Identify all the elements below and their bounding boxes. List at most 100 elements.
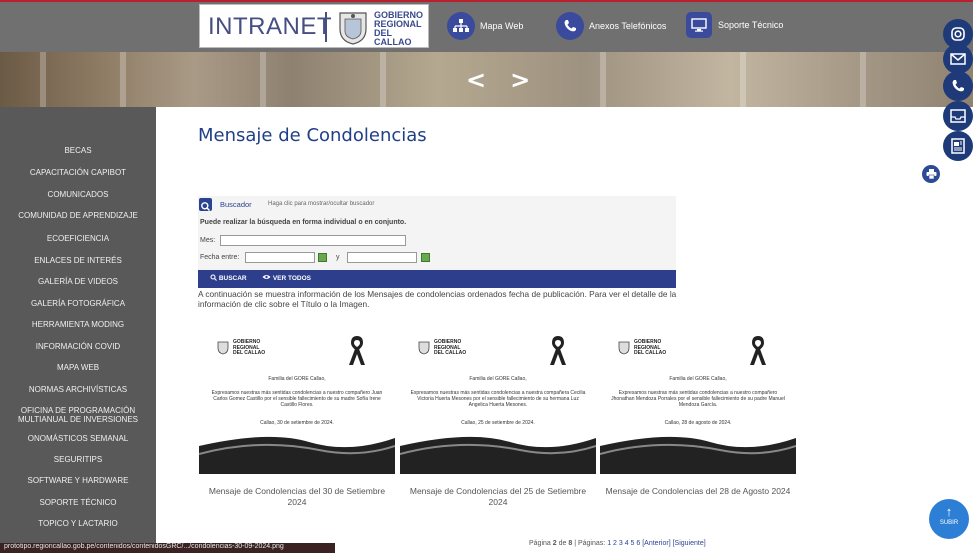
sidebar-item-galeria-fotografica[interactable]: GALERÍA FOTOGRÁFICA bbox=[0, 299, 156, 308]
nav-mapa-web[interactable]: Mapa Web bbox=[447, 12, 523, 40]
nav-anexos-telefonicos[interactable]: Anexos Telefónicos bbox=[556, 12, 666, 40]
search-icon bbox=[210, 274, 217, 281]
calendar-icon[interactable] bbox=[421, 253, 430, 262]
scroll-top-label: SUBIR bbox=[939, 520, 959, 526]
sidebar-item-enlaces-interes[interactable]: ENLACES DE INTERÉS bbox=[0, 256, 156, 265]
pagination-next-link[interactable]: [Siguiente] bbox=[673, 540, 706, 547]
browser-status-bar: prototipo.regioncallao.gob.pe/contenidos… bbox=[0, 543, 335, 553]
card-greeting: Familia del GORE Callao, bbox=[268, 376, 326, 382]
sidebar-item-herramienta-moding[interactable]: HERRAMIENTA MODING bbox=[0, 320, 156, 329]
mourning-ribbon-icon bbox=[750, 336, 766, 365]
carousel-next-button[interactable]: > bbox=[510, 66, 554, 94]
banner-stripe bbox=[120, 52, 126, 107]
card-title-link[interactable]: Mensaje de Condolencias del 28 de Agosto… bbox=[600, 486, 796, 497]
search-description: Puede realizar la búsqueda en forma indi… bbox=[200, 219, 407, 226]
eye-icon bbox=[262, 275, 271, 279]
banner-stripe bbox=[740, 52, 746, 107]
search-toggle-label[interactable]: Buscador bbox=[220, 200, 252, 209]
card-title-link[interactable]: Mensaje de Condolencias del 30 de Setiem… bbox=[199, 486, 395, 508]
pagination-prev-link[interactable]: [Anterior] bbox=[642, 540, 670, 547]
sidebar-item-becas[interactable]: BECAS bbox=[0, 146, 156, 155]
fecha-label: Fecha entre: bbox=[200, 254, 240, 261]
card-greeting: Familia del GORE Callao, bbox=[469, 376, 527, 382]
banner-stripe bbox=[600, 52, 606, 107]
arrow-up-icon: ↑ bbox=[945, 504, 953, 519]
crest-icon bbox=[339, 12, 367, 45]
sidebar-item-topico-lactario[interactable]: TOPICO Y LACTARIO bbox=[0, 519, 156, 528]
ver-todos-button[interactable]: VER TODOS bbox=[262, 274, 311, 282]
banner-stripe bbox=[380, 52, 386, 107]
header-bar: INTRANET GOBIERNO REGIONAL DEL CALLAO Ma… bbox=[0, 0, 973, 52]
mes-input[interactable] bbox=[220, 235, 406, 246]
banner-stripe bbox=[40, 52, 46, 107]
card-message: Expresamos nuestras más sentidas condole… bbox=[211, 390, 383, 408]
sidebar-item-onomasticos[interactable]: ONOMÁSTICOS SEMANAL bbox=[0, 434, 156, 443]
carousel-prev-button[interactable]: < bbox=[466, 66, 510, 94]
sidebar-item-oficina-programacion[interactable]: OFICINA DE PROGRAMACIÓN MULTIANUAL DE IN… bbox=[0, 406, 156, 424]
sidebar-item-mapa-web[interactable]: MAPA WEB bbox=[0, 363, 156, 372]
page-title: Mensaje de Condolencias bbox=[198, 125, 427, 146]
card-wave-decoration bbox=[199, 436, 395, 474]
nav-anexos-label: Anexos Telefónicos bbox=[589, 21, 667, 31]
calendar-icon[interactable] bbox=[318, 253, 327, 262]
pagination-pages-label: | Páginas: bbox=[574, 540, 606, 547]
intranet-logo-text: INTRANET bbox=[208, 13, 332, 40]
card-title-link[interactable]: Mensaje de Condolencias del 25 de Setiem… bbox=[400, 486, 596, 508]
card-wave-decoration bbox=[600, 436, 796, 474]
sidebar-item-normas-archivisticas[interactable]: NORMAS ARCHIVÍSTICAS bbox=[0, 385, 156, 394]
sidebar-item-comunicados[interactable]: COMUNICADOS bbox=[0, 190, 156, 199]
sitemap-icon bbox=[447, 12, 475, 40]
sidebar: BECAS CAPACITACIÓN CAPIBOT COMUNICADOS C… bbox=[0, 107, 156, 553]
gobierno-line-3: DEL CALLAO bbox=[374, 28, 412, 47]
intro-text: A continuación se muestra información de… bbox=[198, 289, 677, 309]
search-toggle-hint: Haga clic para mostrar/ocultar buscador bbox=[268, 201, 375, 207]
banner-stripe bbox=[860, 52, 866, 107]
fecha-hasta-input[interactable] bbox=[347, 252, 417, 263]
condolence-card-image[interactable]: GOBIERNO REGIONAL DEL CALLAO Familia del G… bbox=[400, 328, 596, 474]
sidebar-item-galeria-videos[interactable]: GALERÍA DE VIDEOS bbox=[0, 277, 156, 286]
card-wave-decoration bbox=[400, 436, 596, 474]
mail-icon[interactable] bbox=[943, 44, 973, 74]
gore-crest-icon bbox=[618, 341, 630, 355]
condolence-card-image[interactable]: GOBIERNO REGIONAL DEL CALLAO Familia del G… bbox=[600, 328, 796, 474]
pagination-prefix: Página bbox=[529, 540, 551, 547]
pagination-of: de bbox=[558, 540, 567, 547]
gore-crest-icon bbox=[217, 341, 229, 355]
sidebar-item-seguritips[interactable]: SEGURITIPS bbox=[0, 455, 156, 464]
nav-soporte-tecnico[interactable]: Soporte Técnico bbox=[686, 12, 783, 38]
inbox-icon[interactable] bbox=[943, 101, 973, 131]
mourning-ribbon-icon bbox=[349, 336, 365, 365]
sidebar-item-comunidad-aprendizaje[interactable]: COMUNIDAD DE APRENDIZAJE bbox=[0, 211, 156, 220]
intranet-logo[interactable]: INTRANET GOBIERNO REGIONAL DEL CALLAO bbox=[199, 4, 429, 48]
card-message: Expresamos nuestras más sentidas condole… bbox=[410, 390, 586, 408]
pagination: Página 2 de 8 | Páginas: 1 2 3 4 5 6 [An… bbox=[529, 540, 706, 547]
sidebar-item-informacion-covid[interactable]: INFORMACIÓN COVID bbox=[0, 342, 156, 351]
header-accent-line bbox=[0, 0, 973, 2]
phone-icon bbox=[556, 12, 584, 40]
fecha-desde-input[interactable] bbox=[245, 252, 315, 263]
pagination-current: 2 bbox=[552, 540, 557, 547]
card-date: Callao, 30 de setiembre de 2024. bbox=[260, 420, 334, 426]
ver-todos-label: VER TODOS bbox=[272, 275, 311, 282]
condolence-card-image[interactable]: GOBIERNO REGIONAL DEL CALLAO Familia del G… bbox=[199, 328, 395, 474]
newspaper-icon[interactable] bbox=[943, 131, 973, 161]
card-gob-line-3: DEL CALLAO bbox=[434, 350, 467, 356]
search-panel: Buscador Haga clic para mostrar/ocultar … bbox=[198, 196, 676, 288]
mourning-ribbon-icon bbox=[550, 336, 566, 365]
search-icon[interactable] bbox=[199, 198, 212, 212]
print-icon[interactable] bbox=[922, 165, 940, 183]
buscar-label: BUSCAR bbox=[218, 275, 247, 282]
buscar-button[interactable]: BUSCAR bbox=[210, 274, 247, 282]
card-greeting: Familia del GORE Callao, bbox=[669, 376, 727, 382]
card-date: Callao, 28 de agosto de 2024. bbox=[664, 420, 732, 426]
sidebar-item-soporte-tecnico[interactable]: SOPORTE TÉCNICO bbox=[0, 498, 156, 507]
banner-stripe bbox=[260, 52, 266, 107]
sidebar-item-capacitacion-capibot[interactable]: CAPACITACIÓN CAPIBOT bbox=[0, 168, 156, 177]
sidebar-item-software-hardware[interactable]: SOFTWARE Y HARDWARE bbox=[0, 476, 156, 485]
card-message: Expresamos nuestras más sentidas condole… bbox=[611, 390, 785, 408]
sidebar-item-ecoeficiencia[interactable]: ECOEFICIENCIA bbox=[0, 234, 156, 243]
card-gobierno-text: GOBIERNO REGIONAL DEL CALLAO bbox=[233, 339, 265, 357]
phone-icon[interactable] bbox=[943, 71, 973, 101]
scroll-top-button[interactable]: ↑ SUBIR bbox=[929, 499, 969, 539]
pagination-page-links[interactable]: 1 2 3 4 5 6 bbox=[607, 540, 640, 547]
